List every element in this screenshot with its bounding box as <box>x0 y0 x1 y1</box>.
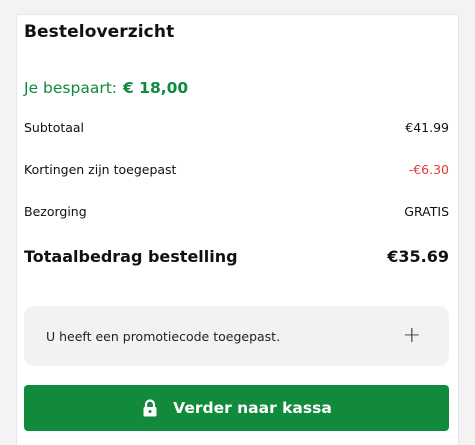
total-row: Totaalbedrag bestelling €35.69 <box>24 247 449 266</box>
plus-icon[interactable]: + <box>403 325 421 347</box>
promo-code-toggle[interactable]: U heeft een promotiecode toegepast. + <box>24 306 449 366</box>
discount-label: Kortingen zijn toegepast <box>24 162 177 177</box>
shipping-value: GRATIS <box>404 204 449 219</box>
savings-amount: € 18,00 <box>123 79 189 97</box>
shipping-label: Bezorging <box>24 204 87 219</box>
subtotal-value: €41.99 <box>405 120 449 135</box>
discount-value: -€6.30 <box>408 162 449 177</box>
savings-label: Je bespaart: <box>24 79 117 97</box>
checkout-button[interactable]: Verder naar kassa <box>24 385 449 431</box>
savings-line: Je bespaart: € 18,00 <box>24 79 188 97</box>
promo-code-text: U heeft een promotiecode toegepast. <box>46 328 281 344</box>
discount-row: Kortingen zijn toegepast -€6.30 <box>24 162 449 177</box>
subtotal-label: Subtotaal <box>24 120 85 135</box>
order-summary-title: Besteloverzicht <box>24 22 175 42</box>
shipping-row: Bezorging GRATIS <box>24 204 449 219</box>
checkout-label: Verder naar kassa <box>173 399 332 417</box>
subtotal-row: Subtotaal €41.99 <box>24 120 449 135</box>
total-label: Totaalbedrag bestelling <box>24 247 238 266</box>
lock-icon <box>143 399 157 417</box>
total-value: €35.69 <box>387 247 449 266</box>
